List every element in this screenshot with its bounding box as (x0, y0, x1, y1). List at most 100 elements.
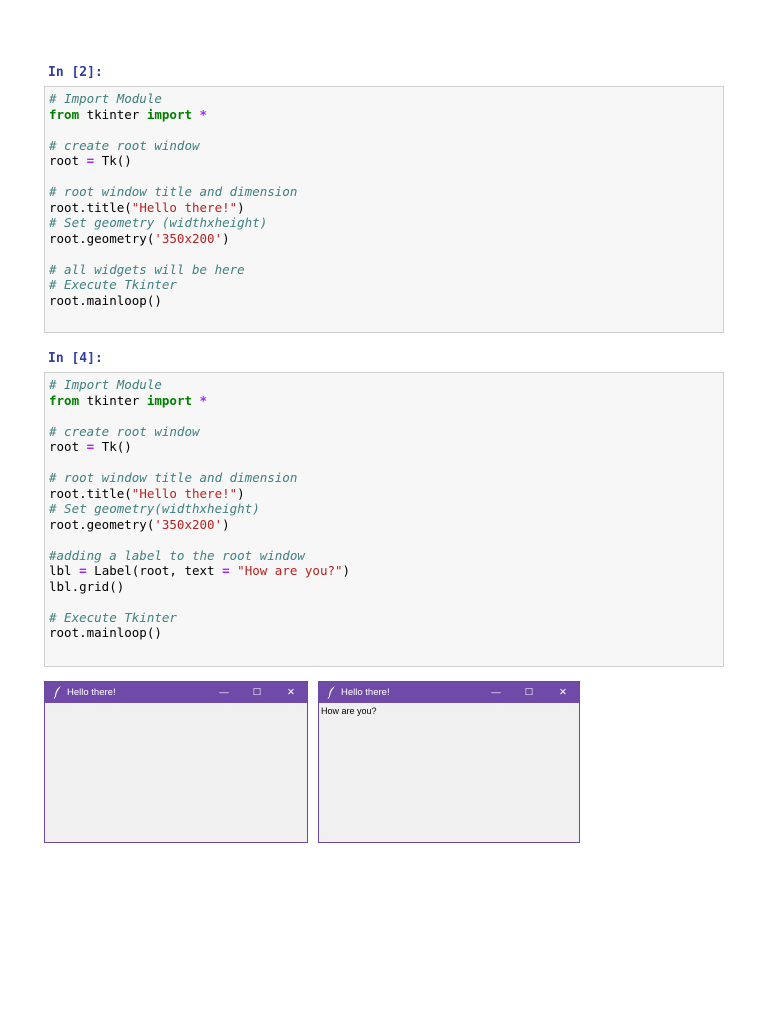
code-token: #adding a label to the root window (49, 547, 305, 563)
code-token: = (79, 563, 87, 578)
code-token: Tk() (94, 153, 132, 168)
code-token: ) (237, 199, 245, 215)
code-token: "Hello there!" (131, 199, 238, 215)
window-client-area (45, 703, 307, 842)
code-token: root.geometry( (49, 230, 155, 246)
code-line: root.geometry('350x200') (49, 231, 297, 247)
code-line: # all widgets will be here (49, 262, 297, 278)
code-token: Tk() (94, 439, 132, 454)
code-token: # create root window (49, 423, 200, 439)
code-token: import (146, 392, 192, 408)
code-cell-1[interactable]: # Import Module from tkinter import * # cr… (44, 86, 724, 333)
feather-icon (327, 686, 335, 699)
minimize-button[interactable]: — (211, 683, 237, 702)
code-token: * (199, 392, 208, 408)
cell-2-prompt: In [4]: (48, 351, 103, 366)
code-line: # Import Module (49, 377, 350, 393)
code-token: "Hello there!" (131, 485, 238, 501)
code-token: root (49, 153, 87, 168)
code-token: # Import Module (49, 91, 162, 106)
code-token: Label(root, text (86, 563, 223, 578)
code-line: # create root window (49, 138, 297, 154)
minimize-button[interactable]: — (483, 683, 509, 702)
window-title: Hello there! (341, 687, 390, 698)
code-line: # Import Module (49, 91, 297, 107)
code-token: root.mainloop() (49, 292, 162, 308)
maximize-button[interactable]: ☐ (244, 683, 270, 702)
code-line: from tkinter import * (49, 107, 297, 123)
code-line: #adding a label to the root window (49, 548, 350, 564)
code-token: # Set geometry (widthxheight) (49, 215, 268, 230)
code-token: # Import Module (49, 377, 162, 392)
code-token: lbl (49, 563, 80, 578)
code-token: root.title( (49, 485, 132, 501)
code-line: root.mainloop() (49, 293, 297, 309)
code-token: # root window title and dimension (49, 184, 298, 199)
code-line: lbl = Label(root, text = "How are you?") (49, 563, 350, 579)
window-titlebar[interactable]: Hello there! — ☐ ✕ (319, 682, 579, 703)
code-token: root.geometry( (49, 516, 155, 532)
window-titlebar[interactable]: Hello there! — ☐ ✕ (45, 682, 307, 703)
code-line: # create root window (49, 424, 350, 440)
code-cell-1-source: # Import Module from tkinter import * # cr… (49, 91, 297, 308)
code-line: from tkinter import * (49, 393, 350, 409)
code-cell-2[interactable]: # Import Module from tkinter import * # cr… (44, 372, 724, 667)
code-line: root = Tk() (49, 153, 297, 169)
code-token: from (49, 392, 80, 408)
code-token: # Execute Tkinter (49, 277, 177, 292)
code-token: "How are you?" (237, 563, 343, 578)
code-line: lbl.grid() (49, 579, 350, 595)
code-line: root.geometry('350x200') (49, 517, 350, 533)
code-token: ) (222, 230, 230, 246)
code-token: root.mainloop() (49, 625, 162, 640)
code-token: * (199, 106, 208, 122)
code-token: ) (237, 485, 245, 501)
code-token: '350x200' (154, 516, 223, 532)
code-token: # Execute Tkinter (49, 609, 177, 625)
code-cell-2-source: # Import Module from tkinter import * # cr… (49, 377, 350, 641)
code-line: # root window title and dimension (49, 184, 297, 200)
code-token: # root window title and dimension (49, 470, 298, 485)
code-token: root.title( (49, 199, 132, 215)
code-token: root (49, 439, 87, 454)
tk-window-2: Hello there! — ☐ ✕ How are you? (318, 681, 580, 843)
code-token: lbl.grid() (49, 578, 125, 594)
code-line: root = Tk() (49, 439, 350, 455)
code-token: = (222, 563, 230, 578)
code-line: # Set geometry (widthxheight) (49, 215, 297, 231)
how-are-you-label: How are you? (321, 706, 377, 716)
code-token: '350x200' (154, 230, 223, 246)
tk-window-1: Hello there! — ☐ ✕ (44, 681, 308, 843)
code-token: # create root window (49, 137, 200, 153)
window-client-area: How are you? (319, 703, 579, 842)
code-line: # Execute Tkinter (49, 277, 297, 293)
code-line: # Execute Tkinter (49, 610, 350, 626)
code-line: # Set geometry(widthxheight) (49, 501, 350, 517)
code-line: root.title("Hello there!") (49, 200, 297, 216)
code-token: tkinter (79, 392, 147, 408)
code-line: root.title("Hello there!") (49, 486, 350, 502)
code-token: import (146, 106, 192, 122)
cell-1-prompt: In [2]: (48, 65, 103, 80)
code-token: ) (222, 516, 230, 532)
code-token: # Set geometry(widthxheight) (49, 501, 260, 516)
close-button[interactable]: ✕ (278, 683, 304, 702)
code-token: # all widgets will be here (49, 261, 245, 277)
code-token: ) (342, 563, 351, 578)
code-token: tkinter (79, 106, 147, 122)
window-title: Hello there! (67, 687, 116, 698)
maximize-button[interactable]: ☐ (516, 683, 542, 702)
code-line: # root window title and dimension (49, 470, 350, 486)
code-line: root.mainloop() (49, 625, 350, 641)
code-token: from (49, 106, 80, 122)
close-button[interactable]: ✕ (550, 683, 576, 702)
feather-icon (53, 686, 61, 699)
